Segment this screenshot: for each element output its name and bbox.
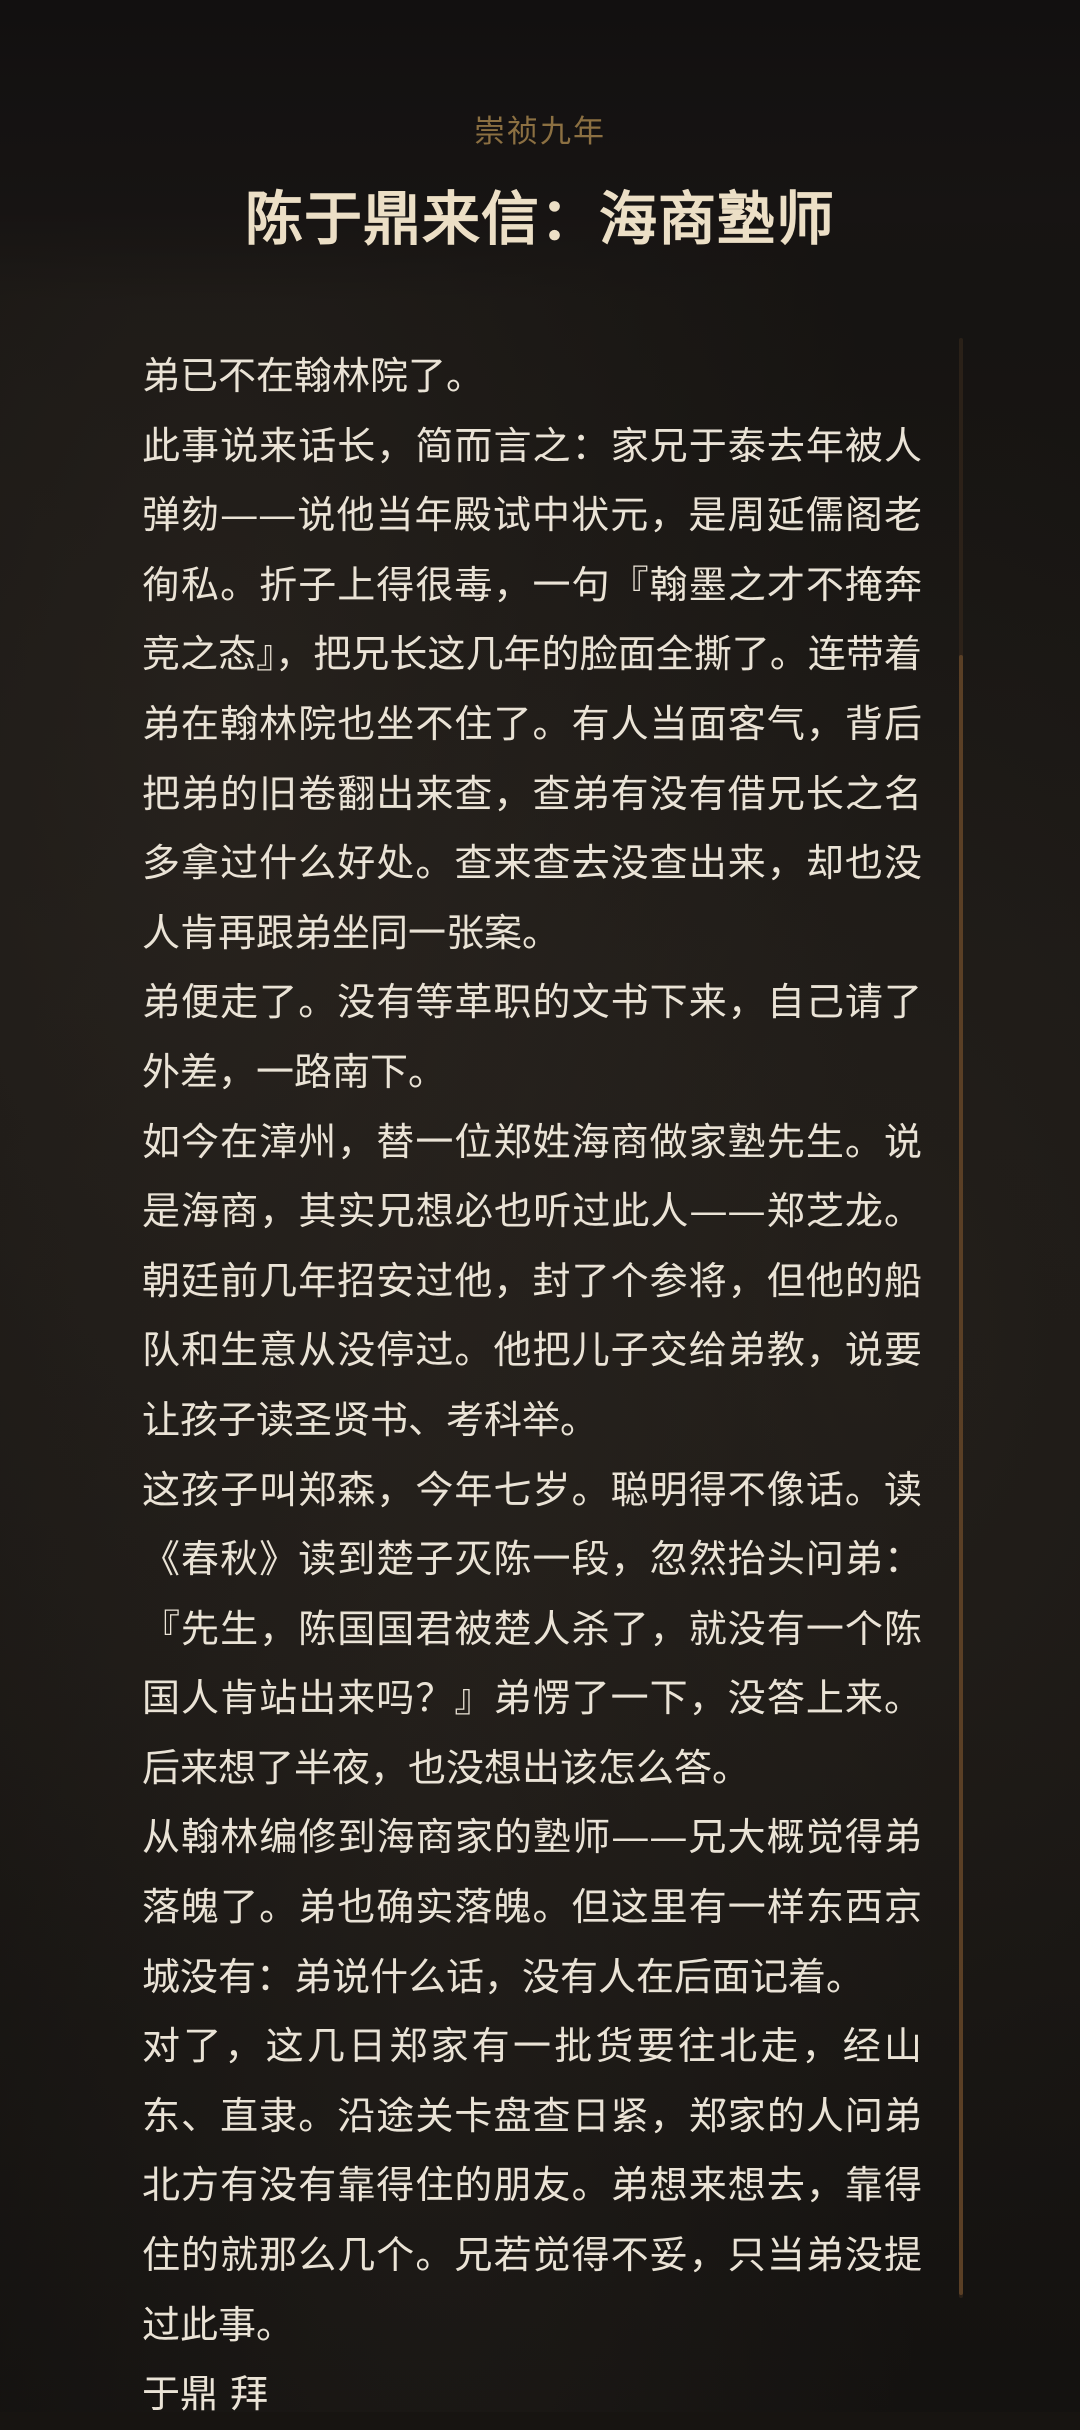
letter-body[interactable]: 弟已不在翰林院了。 此事说来话长，简而言之：家兄于泰去年被人弹劾——说他当年殿试… — [142, 342, 922, 2430]
letter-paragraph: 弟便走了。没有等革职的文书下来，自己请了外差，一路南下。 — [142, 980, 922, 1094]
letter-paragraph: 如今在漳州，替一位郑姓海商做家塾先生。说是海商，其实兄想必也听过此人——郑芝龙。… — [142, 1119, 922, 1442]
letter-paragraph: 从翰林编修到海商家的塾师——兄大概觉得弟落魄了。弟也确实落魄。但这里有一样东西京… — [142, 1815, 922, 1999]
scrollbar-thumb[interactable] — [959, 655, 963, 2295]
letter-paragraph: 这孩子叫郑森，今年七岁。聪明得不像话。读《春秋》读到楚子灭陈一段，忽然抬头问弟：… — [142, 1467, 922, 1790]
letter-paragraph: 此事说来话长，简而言之：家兄于泰去年被人弹劾——说他当年殿试中状元，是周延儒阁老… — [142, 423, 922, 955]
letter-signature: 于鼎 拜 — [142, 2372, 269, 2417]
letter-paragraph: 弟已不在翰林院了。 — [142, 354, 485, 398]
letter-header: 崇祯九年 陈于鼎来信：海商塾师 — [0, 0, 1080, 300]
year-label: 崇祯九年 — [474, 114, 606, 150]
letter-title: 陈于鼎来信：海商塾师 — [244, 185, 835, 253]
letter-paragraph: 对了，这几日郑家有一批货要往北走，经山东、直隶。沿途关卡盘查日紧，郑家的人问弟北… — [142, 2024, 922, 2347]
